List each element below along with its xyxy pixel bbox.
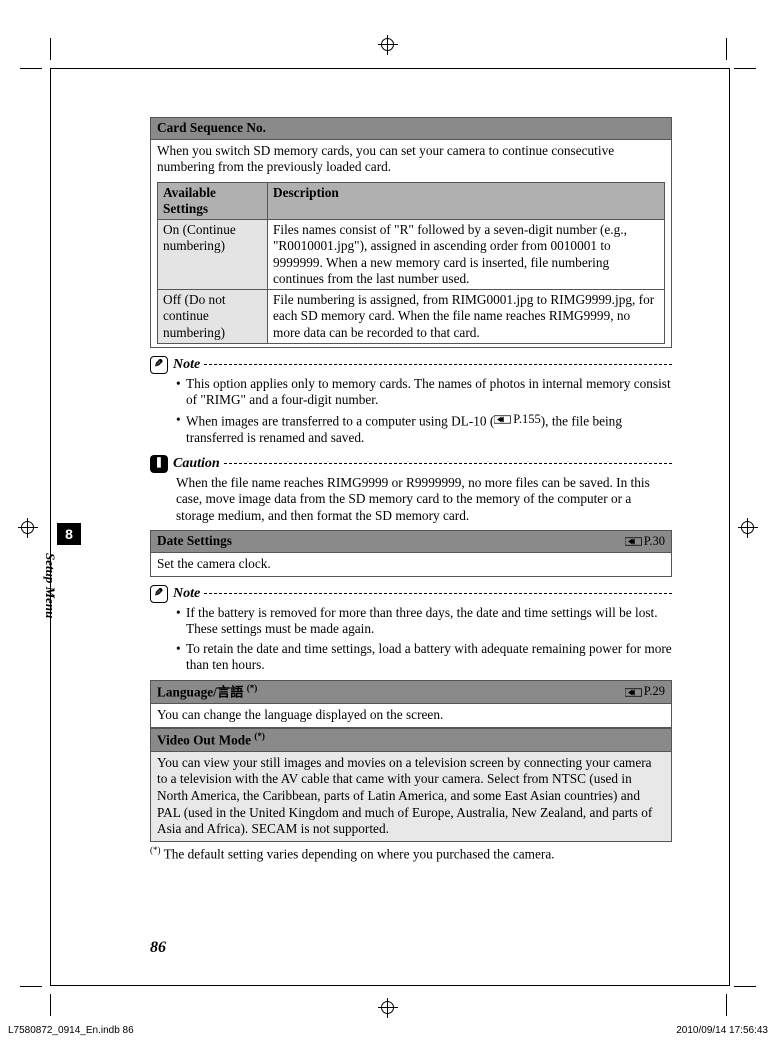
section-body-date: Set the camera clock.: [150, 553, 672, 577]
bullet-item: • This option applies only to memory car…: [176, 376, 672, 409]
registration-mark: [378, 998, 398, 1018]
registration-mark: [18, 518, 38, 538]
section-header-language: Language/言語 (*) P.29: [150, 680, 672, 704]
bullet-text: This option applies only to memory cards…: [186, 376, 672, 409]
chapter-label: Setup Menu: [42, 553, 58, 618]
pageref-icon: [625, 536, 643, 547]
bullet-dot: •: [176, 412, 186, 447]
table-header-settings: Available Settings: [158, 182, 268, 219]
pageref-icon: [494, 414, 512, 425]
bullet-item: • To retain the date and time settings, …: [176, 641, 672, 674]
section-header-video: Video Out Mode (*): [150, 728, 672, 752]
registration-mark: [738, 518, 758, 538]
table-row: On (Continue numbering) Files names cons…: [158, 220, 665, 290]
page-ref: P.29: [625, 684, 665, 700]
page-number: 86: [150, 939, 166, 957]
note-icon: [150, 356, 168, 374]
bullet-text: When images are transferred to a compute…: [186, 412, 672, 447]
note-icon: [150, 585, 168, 603]
dash-line: [224, 463, 672, 464]
bullet-item: • When images are transferred to a compu…: [176, 412, 672, 447]
crop-mark: [50, 38, 51, 60]
side-tab: 8 Setup Menu: [51, 523, 86, 633]
setting-desc: File numbering is assigned, from RIMG000…: [268, 290, 665, 344]
caution-label: Caution: [173, 455, 220, 473]
note-heading: Note: [150, 356, 672, 374]
caution-body: When the file name reaches RIMG9999 or R…: [150, 475, 672, 525]
crop-mark: [20, 986, 42, 987]
bullet-dot: •: [176, 376, 186, 409]
bullet-text: To retain the date and time settings, lo…: [186, 641, 672, 674]
note-label: Note: [173, 585, 200, 603]
dash-line: [204, 364, 672, 365]
crop-mark: [50, 994, 51, 1016]
crop-mark: [726, 38, 727, 60]
table-header-description: Description: [268, 182, 665, 219]
dash-line: [204, 593, 672, 594]
caution-icon: [150, 455, 168, 473]
section-header-date: Date Settings P.30: [150, 530, 672, 553]
crop-mark: [734, 986, 756, 987]
note-label: Note: [173, 356, 200, 374]
note-heading: Note: [150, 585, 672, 603]
footer-timestamp: 2010/09/14 17:56:43: [676, 1025, 768, 1036]
settings-table: Available Settings Description On (Conti…: [157, 182, 665, 344]
section-body-video: You can view your still images and movie…: [150, 752, 672, 842]
setting-name: Off (Do not continue numbering): [158, 290, 268, 344]
language-title: Language/言語 (*): [157, 683, 257, 701]
chapter-number: 8: [57, 523, 81, 545]
page-ref: P.30: [625, 534, 665, 550]
registration-mark: [378, 35, 398, 55]
bullet-dot: •: [176, 605, 186, 638]
table-row: Off (Do not continue numbering) File num…: [158, 290, 665, 344]
card-seq-intro: When you switch SD memory cards, you can…: [157, 143, 665, 176]
page-ref: P.155: [494, 412, 540, 428]
note-body: • If the battery is removed for more tha…: [150, 605, 672, 674]
caution-block: Caution When the file name reaches RIMG9…: [150, 455, 672, 525]
page-frame: 8 Setup Menu Card Sequence No. When you …: [50, 68, 730, 986]
setting-desc: Files names consist of "R" followed by a…: [268, 220, 665, 290]
footer-filename: L7580872_0914_En.indb 86: [8, 1025, 134, 1036]
caution-heading: Caution: [150, 455, 672, 473]
crop-mark: [20, 68, 42, 69]
note-block: Note • If the battery is removed for mor…: [150, 585, 672, 674]
section-body-card-sequence: When you switch SD memory cards, you can…: [150, 140, 672, 348]
date-title: Date Settings: [157, 533, 232, 550]
crop-mark: [726, 994, 727, 1016]
default-setting-note: (*) The default setting varies depending…: [150, 845, 672, 863]
note-body: • This option applies only to memory car…: [150, 376, 672, 447]
section-body-language: You can change the language displayed on…: [150, 704, 672, 728]
section-header-card-sequence: Card Sequence No.: [150, 117, 672, 140]
pageref-icon: [625, 687, 643, 698]
bullet-item: • If the battery is removed for more tha…: [176, 605, 672, 638]
bullet-dot: •: [176, 641, 186, 674]
crop-mark: [734, 68, 756, 69]
setting-name: On (Continue numbering): [158, 220, 268, 290]
bullet-text: If the battery is removed for more than …: [186, 605, 672, 638]
content-area: Card Sequence No. When you switch SD mem…: [150, 117, 672, 863]
note-block: Note • This option applies only to memor…: [150, 356, 672, 447]
